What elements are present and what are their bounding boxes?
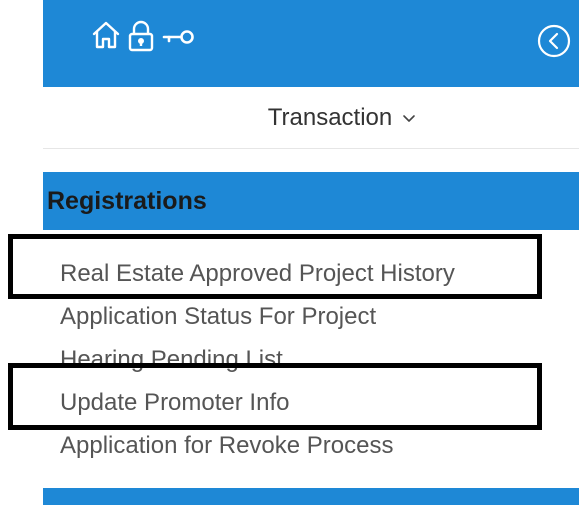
home-icon[interactable] bbox=[91, 20, 121, 50]
menu-item-approved-project-history[interactable]: Real Estate Approved Project History bbox=[60, 252, 455, 295]
sidebar-topbar bbox=[43, 0, 579, 87]
transaction-dropdown[interactable]: Transaction bbox=[43, 87, 579, 149]
key-icon[interactable] bbox=[162, 28, 196, 46]
menu-item-update-promoter-info[interactable]: Update Promoter Info bbox=[60, 381, 455, 424]
registrations-menu: Real Estate Approved Project History App… bbox=[60, 252, 455, 467]
chevron-down-icon bbox=[403, 114, 416, 122]
lock-icon[interactable] bbox=[127, 20, 155, 52]
menu-item-application-status[interactable]: Application Status For Project bbox=[60, 295, 455, 338]
collapse-icon[interactable] bbox=[537, 24, 571, 63]
bottom-bar bbox=[43, 488, 579, 505]
transaction-label: Transaction bbox=[267, 103, 393, 131]
section-header-registrations[interactable]: Registrations bbox=[43, 172, 579, 230]
menu-item-revoke-process[interactable]: Application for Revoke Process bbox=[60, 424, 455, 467]
menu-item-hearing-pending-list[interactable]: Hearing Pending List bbox=[60, 338, 455, 381]
section-title: Registrations bbox=[47, 186, 207, 215]
